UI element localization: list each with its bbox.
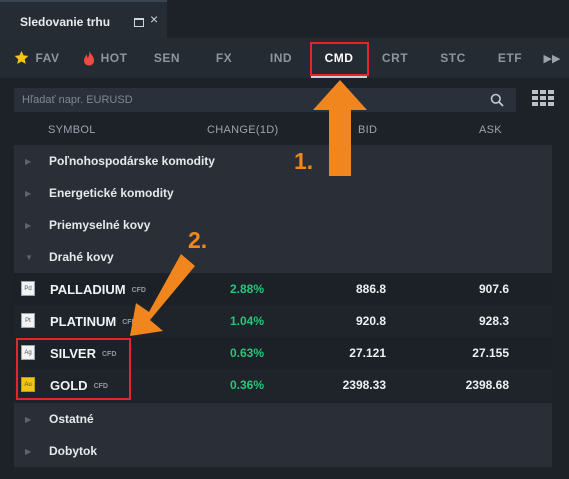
category-tabs: FAV HOT SEN FX IND CMD CRT STC ETF: [0, 38, 569, 78]
flame-icon: [83, 50, 95, 66]
instrument-row-palladium[interactable]: Pd PALLADIUM CFD 2.88% 886.8 907.6: [14, 273, 552, 305]
instrument-row-gold[interactable]: Au GOLD CFD 0.36% 2398.33 2398.68: [14, 369, 552, 401]
silver-icon: Ag: [21, 345, 35, 360]
tab-label: IND: [269, 51, 293, 65]
symbol-cell: GOLD CFD: [50, 378, 108, 393]
group-label: Ostatné: [49, 412, 94, 426]
group-row-industrial[interactable]: ▶ Priemyselné kovy: [14, 209, 552, 241]
palladium-icon: Pd: [21, 281, 35, 296]
search-input[interactable]: [14, 88, 484, 112]
group-row-energy[interactable]: ▶ Energetické komodity: [14, 177, 552, 209]
search-icon[interactable]: [490, 93, 504, 112]
instrument-row-silver[interactable]: Ag SILVER CFD 0.63% 27.121 27.155: [14, 337, 552, 369]
scroll-right-icon[interactable]: ▶▶: [540, 38, 564, 78]
step-2-label: 2.: [188, 227, 208, 253]
change-value: 0.36%: [229, 378, 264, 392]
caret-right-icon: ▶: [25, 188, 32, 198]
ask-value[interactable]: 2398.68: [466, 378, 509, 392]
instrument-row-platinum[interactable]: Pt PLATINUM CFD 1.04% 920.8 928.3: [14, 305, 552, 337]
group-row-precious[interactable]: ▼ Drahé kovy: [14, 241, 552, 273]
step-1-label: 1.: [294, 148, 314, 174]
tab-ind[interactable]: IND: [254, 38, 308, 78]
bid-value[interactable]: 2398.33: [343, 378, 386, 392]
caret-right-icon: ▶: [25, 414, 32, 424]
caret-right-icon: ▶: [25, 220, 32, 230]
tab-fx[interactable]: FX: [197, 38, 251, 78]
tab-etf[interactable]: ETF: [483, 38, 537, 78]
tab-label: SEN: [153, 51, 181, 65]
ask-value[interactable]: 928.3: [479, 314, 509, 328]
group-label: Priemyselné kovy: [49, 218, 151, 232]
tab-label: CRT: [381, 51, 409, 65]
symbol-name: PALLADIUM: [50, 281, 126, 297]
group-label: Energetické komodity: [49, 186, 174, 200]
panel-tab[interactable]: Sledovanie trhu ×: [0, 0, 167, 38]
group-label: Poľnohospodárske komodity: [49, 154, 215, 168]
group-row-other[interactable]: ▶ Ostatné: [14, 403, 552, 435]
bid-value[interactable]: 920.8: [356, 314, 386, 328]
maximize-icon[interactable]: [134, 18, 144, 27]
symbol-name: GOLD: [50, 377, 88, 393]
tab-label: FX: [215, 51, 233, 65]
change-value: 2.88%: [229, 282, 264, 296]
star-icon: [13, 50, 30, 66]
bid-value[interactable]: 27.121: [349, 346, 386, 360]
tab-cmd[interactable]: CMD: [311, 38, 367, 78]
ask-value[interactable]: 27.155: [472, 346, 509, 360]
group-row-livestock[interactable]: ▶ Dobytok: [14, 435, 552, 467]
group-label: Dobytok: [49, 444, 97, 458]
caret-down-icon: ▼: [25, 252, 33, 262]
panel-title: Sledovanie trhu: [20, 15, 111, 29]
symbol-name: PLATINUM: [50, 313, 117, 329]
table-header: SYMBOL CHANGE(1D) BID ASK: [0, 117, 569, 143]
cfd-tag: CFD: [93, 382, 108, 390]
tab-stc[interactable]: STC: [426, 38, 480, 78]
symbol-cell: PALLADIUM CFD: [50, 282, 146, 297]
close-icon[interactable]: ×: [150, 12, 158, 26]
caret-right-icon: ▶: [25, 156, 32, 166]
change-value: 0.63%: [229, 346, 264, 360]
tab-fav[interactable]: FAV: [8, 38, 64, 78]
tab-label: STC: [440, 51, 466, 65]
cfd-tag: CFD: [102, 350, 117, 358]
column-change[interactable]: CHANGE(1D): [207, 124, 278, 136]
group-row-agri[interactable]: ▶ Poľnohospodárske komodity: [14, 145, 552, 177]
tab-label: HOT: [100, 51, 128, 65]
search-bar: [14, 88, 516, 112]
column-symbol[interactable]: SYMBOL: [48, 124, 96, 136]
group-label: Drahé kovy: [49, 250, 114, 264]
column-ask[interactable]: ASK: [479, 124, 502, 136]
cfd-tag: CFD: [122, 318, 137, 326]
bid-value[interactable]: 886.8: [356, 282, 386, 296]
symbol-cell: SILVER CFD: [50, 346, 116, 361]
symbol-cell: PLATINUM CFD: [50, 314, 137, 329]
caret-right-icon: ▶: [25, 446, 32, 456]
tab-sen[interactable]: SEN: [140, 38, 194, 78]
change-value: 1.04%: [229, 314, 264, 328]
market-watch-panel: Sledovanie trhu × FAV HOT SEN FX IND CMD…: [0, 0, 569, 479]
tab-label: FAV: [35, 51, 60, 65]
tab-crt[interactable]: CRT: [368, 38, 422, 78]
column-bid[interactable]: BID: [358, 124, 377, 136]
cfd-tag: CFD: [131, 286, 146, 294]
ask-value[interactable]: 907.6: [479, 282, 509, 296]
tab-label: CMD: [324, 51, 354, 65]
tab-label: ETF: [497, 51, 523, 65]
grid-view-icon[interactable]: [532, 90, 554, 111]
tab-hot[interactable]: HOT: [78, 38, 132, 78]
gold-icon: Au: [21, 377, 35, 392]
platinum-icon: Pt: [21, 313, 35, 328]
symbol-name: SILVER: [50, 345, 96, 361]
